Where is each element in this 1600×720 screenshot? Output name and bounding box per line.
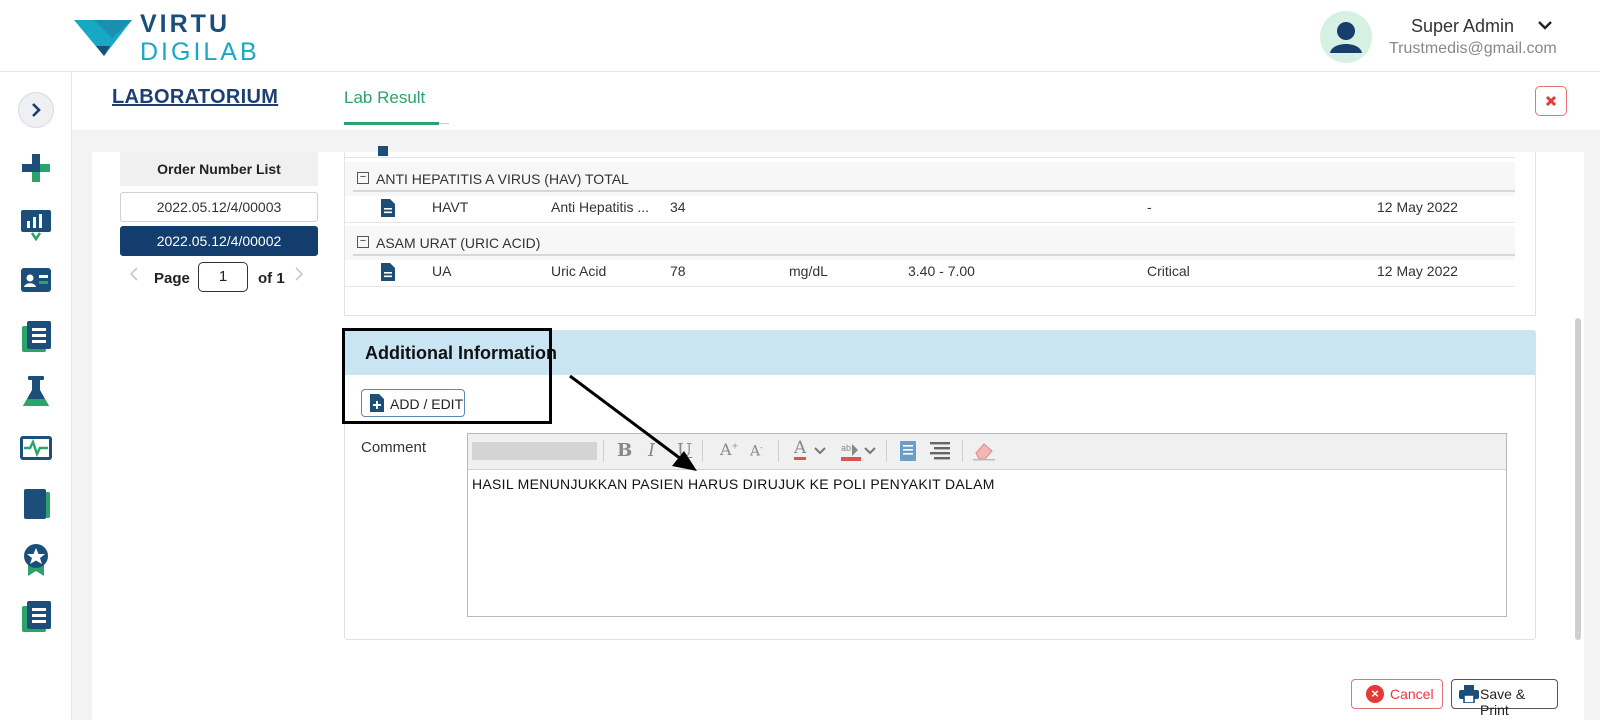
eraser-icon[interactable] xyxy=(973,441,995,461)
chart-icon[interactable] xyxy=(18,206,54,242)
chevron-left-icon[interactable] xyxy=(129,267,138,286)
chevron-down-icon[interactable] xyxy=(864,447,876,455)
active-tab-indicator xyxy=(344,122,439,125)
cell-range: 3.40 - 7.00 xyxy=(908,263,975,279)
page-title[interactable]: LABORATORIUM xyxy=(112,86,278,109)
user-icon xyxy=(1330,22,1362,53)
italic-icon[interactable]: I xyxy=(648,440,655,462)
save-print-label: Save & Print xyxy=(1480,686,1526,718)
toolbar-separator xyxy=(962,440,963,462)
paragraph-icon[interactable] xyxy=(900,441,916,461)
close-button[interactable] xyxy=(1535,86,1567,116)
editor-toolbar: B I U A+ A- A ab xyxy=(468,434,1506,470)
document-icon[interactable] xyxy=(381,199,395,217)
sidebar-toggle-button[interactable] xyxy=(18,92,54,128)
top-bar: VIRTU DIGILAB Super Admin Trustmedis@gma… xyxy=(0,0,1600,72)
list-book-icon[interactable] xyxy=(18,318,54,354)
save-print-button[interactable]: Save & Print xyxy=(1451,679,1558,718)
content-top-gap xyxy=(92,130,1584,152)
comment-text[interactable]: HASIL MENUNJUKKAN PASIEN HARUS DIRUJUK K… xyxy=(472,476,995,492)
collapse-icon[interactable]: − xyxy=(357,236,369,248)
cancel-label: Cancel xyxy=(1390,686,1434,702)
pager-page-label: Page xyxy=(154,270,190,287)
cell-value: 78 xyxy=(670,263,686,279)
cancel-button[interactable]: × Cancel xyxy=(1351,679,1443,709)
cell-unit: mg/dL xyxy=(789,263,828,279)
cell-test-name: Uric Acid xyxy=(551,263,607,279)
chevron-down-icon[interactable] xyxy=(814,447,826,455)
annotation-highlight-box xyxy=(342,328,552,424)
close-icon xyxy=(1545,95,1557,107)
page-tabs-bar: LABORATORIUM Lab Result xyxy=(72,72,1600,130)
svg-text:ab: ab xyxy=(841,443,851,453)
printer-icon xyxy=(1459,685,1479,703)
toolbar-separator xyxy=(702,440,703,462)
scrollbar-thumb[interactable] xyxy=(1575,318,1581,640)
cell-date: 12 May 2022 xyxy=(1377,263,1458,279)
toolbar-separator xyxy=(886,440,887,462)
id-card-icon[interactable] xyxy=(18,262,54,298)
highlight-color-icon[interactable]: ab xyxy=(840,440,862,462)
cell-flag: - xyxy=(1147,199,1152,215)
toolbar-separator xyxy=(778,440,779,462)
font-color-icon[interactable]: A xyxy=(794,440,807,460)
document-icon xyxy=(378,146,388,156)
cell-code: UA xyxy=(432,263,452,279)
medical-cross-icon[interactable] xyxy=(18,150,54,186)
cell-code: HAVT xyxy=(432,199,469,215)
avatar[interactable] xyxy=(1320,11,1372,63)
pager-of-label: of 1 xyxy=(258,270,285,287)
tab-lab-result[interactable]: Lab Result xyxy=(344,88,425,108)
align-icon[interactable] xyxy=(930,442,950,460)
award-icon[interactable] xyxy=(18,542,54,578)
chevron-right-icon[interactable] xyxy=(295,267,304,286)
monitor-pulse-icon[interactable] xyxy=(18,430,54,466)
group-divider xyxy=(353,190,1515,192)
sidebar xyxy=(0,72,72,720)
cell-test-name: Anti Hepatitis ... xyxy=(551,199,650,215)
list-book-icon[interactable] xyxy=(18,598,54,634)
order-list-item[interactable]: 2022.05.12/4/00003 xyxy=(120,192,318,222)
document-icon[interactable] xyxy=(381,263,395,281)
table-row[interactable]: UA Uric Acid 78 mg/dL 3.40 - 7.00 Critic… xyxy=(345,257,1515,287)
brand-line2: DIGILAB xyxy=(140,38,260,66)
tab-divider xyxy=(439,123,449,124)
user-email: Trustmedis@gmail.com xyxy=(1389,40,1557,57)
app-window: VIRTU DIGILAB Super Admin Trustmedis@gma… xyxy=(0,0,1600,720)
lab-results-table: − ANTI HEPATITIS A VIRUS (HAV) TOTAL HAV… xyxy=(344,146,1536,316)
group-divider xyxy=(353,254,1515,256)
brand-logo[interactable]: VIRTU DIGILAB xyxy=(74,10,274,66)
collapse-icon[interactable]: − xyxy=(357,172,369,184)
font-grow-icon[interactable]: A+ xyxy=(720,440,738,462)
toolbar-separator xyxy=(603,440,604,462)
row-divider xyxy=(345,157,1515,158)
cell-date: 12 May 2022 xyxy=(1377,199,1458,215)
table-row[interactable]: HAVT Anti Hepatitis ... 34 - 12 May 2022 xyxy=(345,193,1515,223)
cell-flag: Critical xyxy=(1147,263,1190,279)
order-list-header: Order Number List xyxy=(120,152,318,186)
cell-value: 34 xyxy=(670,199,686,215)
brand-line1: VIRTU xyxy=(140,10,230,38)
cancel-icon: × xyxy=(1366,685,1384,703)
logo-mark-icon xyxy=(74,20,132,56)
pager-page-input[interactable]: 1 xyxy=(198,262,248,292)
order-pager: Page 1 of 1 xyxy=(128,262,318,294)
font-select[interactable] xyxy=(472,442,597,460)
result-group-name: ASAM URAT (URIC ACID) xyxy=(376,235,541,251)
chevron-right-icon xyxy=(32,103,41,117)
bold-icon[interactable]: B xyxy=(617,440,632,462)
result-group-name: ANTI HEPATITIS A VIRUS (HAV) TOTAL xyxy=(376,171,629,187)
comment-label: Comment xyxy=(361,439,427,456)
user-name: Super Admin xyxy=(1411,16,1515,36)
book-icon[interactable] xyxy=(18,486,54,522)
chevron-down-icon[interactable] xyxy=(1538,14,1552,35)
underline-icon[interactable]: U xyxy=(677,440,692,462)
order-list-item-active[interactable]: 2022.05.12/4/00002 xyxy=(120,226,318,256)
flask-icon[interactable] xyxy=(18,374,54,410)
font-shrink-icon[interactable]: A- xyxy=(750,443,763,465)
comment-editor[interactable]: B I U A+ A- A ab HASIL MENUNJUKKAN PASIE… xyxy=(467,433,1507,617)
